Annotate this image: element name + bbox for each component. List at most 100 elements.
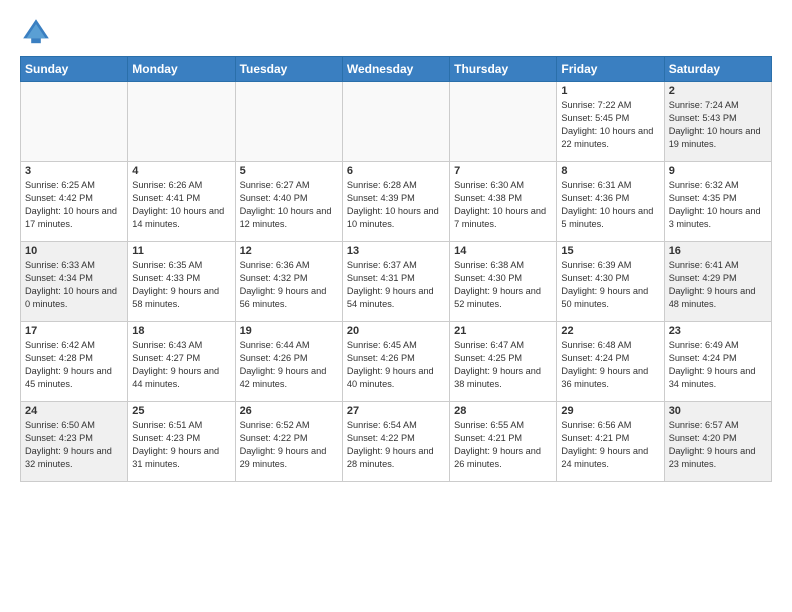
day-number: 15: [561, 245, 659, 257]
day-info: Sunrise: 6:57 AM Sunset: 4:20 PM Dayligh…: [669, 419, 767, 471]
day-info: Sunrise: 6:25 AM Sunset: 4:42 PM Dayligh…: [25, 179, 123, 231]
day-number: 10: [25, 245, 123, 257]
calendar-cell: 19Sunrise: 6:44 AM Sunset: 4:26 PM Dayli…: [235, 322, 342, 402]
calendar-cell: 27 Sunrise: 6:54 AM Sunset: 4:22 PM Dayli…: [342, 402, 449, 482]
day-info: Sunrise: 6:43 AM Sunset: 4:27 PM Dayligh…: [132, 339, 230, 391]
calendar-cell: 11 Sunrise: 6:35 AM Sunset: 4:33 PM Dayli…: [128, 242, 235, 322]
day-number: 18: [132, 325, 230, 337]
day-number: 8: [561, 165, 659, 177]
day-number: 17: [25, 325, 123, 337]
day-info: Sunrise: 6:48 AM Sunset: 4:24 PM Dayligh…: [561, 339, 659, 391]
day-number: 1: [561, 85, 659, 97]
day-info: Sunrise: 6:52 AM Sunset: 4:22 PM Dayligh…: [240, 419, 338, 471]
day-number: 30: [669, 405, 767, 417]
calendar-cell: [21, 82, 128, 162]
logo: [20, 16, 56, 48]
calendar-cell: [128, 82, 235, 162]
day-number: 27: [347, 405, 445, 417]
day-info: Sunrise: 6:54 AM Sunset: 4:22 PM Dayligh…: [347, 419, 445, 471]
calendar-cell: [235, 82, 342, 162]
calendar-cell: 12 Sunrise: 6:36 AM Sunset: 4:32 PM Dayli…: [235, 242, 342, 322]
day-number: 3: [25, 165, 123, 177]
col-header-saturday: Saturday: [664, 57, 771, 82]
day-number: 21: [454, 325, 552, 337]
day-number: 22: [561, 325, 659, 337]
calendar-cell: 13 Sunrise: 6:37 AM Sunset: 4:31 PM Dayli…: [342, 242, 449, 322]
day-number: 12: [240, 245, 338, 257]
col-header-monday: Monday: [128, 57, 235, 82]
calendar-cell: [450, 82, 557, 162]
day-info: Sunrise: 6:49 AM Sunset: 4:24 PM Dayligh…: [669, 339, 767, 391]
calendar-cell: 1 Sunrise: 7:22 AM Sunset: 5:45 PM Daylig…: [557, 82, 664, 162]
day-number: 23: [669, 325, 767, 337]
day-info: Sunrise: 6:32 AM Sunset: 4:35 PM Dayligh…: [669, 179, 767, 231]
day-number: 20: [347, 325, 445, 337]
calendar-cell: 10 Sunrise: 6:33 AM Sunset: 4:34 PM Dayli…: [21, 242, 128, 322]
day-number: 28: [454, 405, 552, 417]
col-header-sunday: Sunday: [21, 57, 128, 82]
day-number: 2: [669, 85, 767, 97]
header: [20, 16, 772, 48]
calendar-table: SundayMondayTuesdayWednesdayThursdayFrid…: [20, 56, 772, 482]
calendar-cell: 7 Sunrise: 6:30 AM Sunset: 4:38 PM Daylig…: [450, 162, 557, 242]
day-number: 14: [454, 245, 552, 257]
day-number: 25: [132, 405, 230, 417]
day-number: 29: [561, 405, 659, 417]
day-info: Sunrise: 6:30 AM Sunset: 4:38 PM Dayligh…: [454, 179, 552, 231]
day-info: Sunrise: 6:35 AM Sunset: 4:33 PM Dayligh…: [132, 259, 230, 311]
calendar-cell: 26 Sunrise: 6:52 AM Sunset: 4:22 PM Dayli…: [235, 402, 342, 482]
calendar-cell: 21 Sunrise: 6:47 AM Sunset: 4:25 PM Dayli…: [450, 322, 557, 402]
day-number: 16: [669, 245, 767, 257]
calendar-cell: 9 Sunrise: 6:32 AM Sunset: 4:35 PM Daylig…: [664, 162, 771, 242]
logo-icon: [20, 16, 52, 48]
day-info: Sunrise: 6:33 AM Sunset: 4:34 PM Dayligh…: [25, 259, 123, 311]
calendar-cell: 3 Sunrise: 6:25 AM Sunset: 4:42 PM Daylig…: [21, 162, 128, 242]
day-info: Sunrise: 6:38 AM Sunset: 4:30 PM Dayligh…: [454, 259, 552, 311]
day-info: Sunrise: 6:45 AM Sunset: 4:26 PM Dayligh…: [347, 339, 445, 391]
calendar-cell: 24Sunrise: 6:50 AM Sunset: 4:23 PM Dayli…: [21, 402, 128, 482]
calendar-cell: 23 Sunrise: 6:49 AM Sunset: 4:24 PM Dayli…: [664, 322, 771, 402]
col-header-friday: Friday: [557, 57, 664, 82]
day-info: Sunrise: 6:37 AM Sunset: 4:31 PM Dayligh…: [347, 259, 445, 311]
day-number: 11: [132, 245, 230, 257]
week-row-4: 24Sunrise: 6:50 AM Sunset: 4:23 PM Dayli…: [21, 402, 772, 482]
col-header-thursday: Thursday: [450, 57, 557, 82]
day-info: Sunrise: 6:51 AM Sunset: 4:23 PM Dayligh…: [132, 419, 230, 471]
calendar-cell: 28 Sunrise: 6:55 AM Sunset: 4:21 PM Dayli…: [450, 402, 557, 482]
week-row-0: 1 Sunrise: 7:22 AM Sunset: 5:45 PM Daylig…: [21, 82, 772, 162]
calendar-cell: 16 Sunrise: 6:41 AM Sunset: 4:29 PM Dayli…: [664, 242, 771, 322]
day-number: 9: [669, 165, 767, 177]
day-info: Sunrise: 6:26 AM Sunset: 4:41 PM Dayligh…: [132, 179, 230, 231]
day-number: 4: [132, 165, 230, 177]
col-header-tuesday: Tuesday: [235, 57, 342, 82]
col-header-wednesday: Wednesday: [342, 57, 449, 82]
calendar-cell: 15 Sunrise: 6:39 AM Sunset: 4:30 PM Dayli…: [557, 242, 664, 322]
day-number: 6: [347, 165, 445, 177]
day-info: Sunrise: 6:44 AM Sunset: 4:26 PM Dayligh…: [240, 339, 338, 391]
day-info: Sunrise: 7:24 AM Sunset: 5:43 PM Dayligh…: [669, 99, 767, 151]
calendar-cell: [342, 82, 449, 162]
calendar-cell: 25 Sunrise: 6:51 AM Sunset: 4:23 PM Dayli…: [128, 402, 235, 482]
day-number: 7: [454, 165, 552, 177]
day-number: 13: [347, 245, 445, 257]
day-info: Sunrise: 6:39 AM Sunset: 4:30 PM Dayligh…: [561, 259, 659, 311]
calendar-cell: 8Sunrise: 6:31 AM Sunset: 4:36 PM Daylig…: [557, 162, 664, 242]
calendar-cell: 14 Sunrise: 6:38 AM Sunset: 4:30 PM Dayli…: [450, 242, 557, 322]
day-info: Sunrise: 6:27 AM Sunset: 4:40 PM Dayligh…: [240, 179, 338, 231]
calendar-cell: 22 Sunrise: 6:48 AM Sunset: 4:24 PM Dayli…: [557, 322, 664, 402]
day-info: Sunrise: 7:22 AM Sunset: 5:45 PM Dayligh…: [561, 99, 659, 151]
day-info: Sunrise: 6:56 AM Sunset: 4:21 PM Dayligh…: [561, 419, 659, 471]
day-info: Sunrise: 6:47 AM Sunset: 4:25 PM Dayligh…: [454, 339, 552, 391]
day-info: Sunrise: 6:36 AM Sunset: 4:32 PM Dayligh…: [240, 259, 338, 311]
calendar-cell: 17 Sunrise: 6:42 AM Sunset: 4:28 PM Dayli…: [21, 322, 128, 402]
header-row: SundayMondayTuesdayWednesdayThursdayFrid…: [21, 57, 772, 82]
week-row-2: 10 Sunrise: 6:33 AM Sunset: 4:34 PM Dayli…: [21, 242, 772, 322]
day-number: 26: [240, 405, 338, 417]
week-row-1: 3 Sunrise: 6:25 AM Sunset: 4:42 PM Daylig…: [21, 162, 772, 242]
day-number: 24: [25, 405, 123, 417]
day-info: Sunrise: 6:55 AM Sunset: 4:21 PM Dayligh…: [454, 419, 552, 471]
day-info: Sunrise: 6:42 AM Sunset: 4:28 PM Dayligh…: [25, 339, 123, 391]
calendar-cell: 2 Sunrise: 7:24 AM Sunset: 5:43 PM Daylig…: [664, 82, 771, 162]
day-number: 5: [240, 165, 338, 177]
day-info: Sunrise: 6:41 AM Sunset: 4:29 PM Dayligh…: [669, 259, 767, 311]
